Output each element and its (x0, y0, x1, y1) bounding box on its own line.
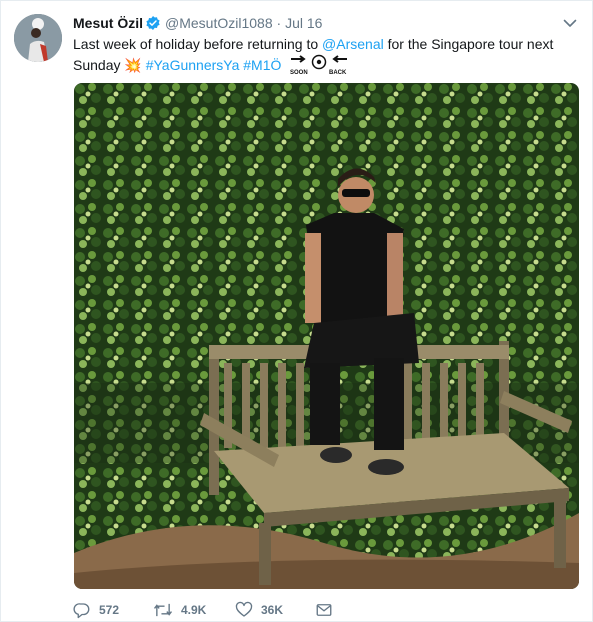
tweet-card[interactable]: Mesut Özil @MesutOzil1088 · Jul 16 Last w… (0, 0, 593, 622)
reply-count: 572 (99, 603, 120, 617)
author-name[interactable]: Mesut Özil (73, 15, 143, 31)
retweet-count: 4.9K (181, 603, 207, 617)
tweet-photo[interactable] (74, 83, 579, 589)
reply-button[interactable]: 572 (73, 601, 119, 619)
retweet-button[interactable]: 4.9K (153, 601, 206, 619)
photo-image (74, 83, 579, 589)
tweet-text: Last week of holiday before returning to… (73, 34, 573, 81)
tweet-header: Mesut Özil @MesutOzil1088 · Jul 16 (73, 14, 322, 35)
separator-dot: · (276, 15, 282, 31)
soon-label: SOON (290, 70, 308, 76)
retweet-icon (153, 601, 173, 619)
avatar-image (14, 14, 62, 62)
soon-back-emoji: SOON BACK (289, 54, 349, 81)
tweet-text-part: Last week of holiday before returning to (73, 36, 323, 52)
author-handle[interactable]: @MesutOzil1088 (165, 15, 273, 31)
mention-link[interactable]: @Arsenal (322, 36, 384, 52)
direct-message-icon (315, 601, 333, 619)
verified-badge-icon (145, 15, 161, 35)
avatar[interactable] (14, 14, 62, 62)
tweet-timestamp[interactable]: Jul 16 (285, 15, 322, 31)
reply-icon (73, 601, 91, 619)
like-icon (235, 601, 253, 619)
direct-message-button[interactable] (315, 601, 333, 619)
hashtag-link[interactable]: #M1Ö (243, 57, 281, 73)
hashtag-link[interactable]: #YaGunnersYa (146, 57, 240, 73)
chevron-down-icon[interactable] (562, 15, 578, 31)
back-label: BACK (329, 70, 347, 76)
like-button[interactable]: 36K (235, 601, 283, 619)
emoji: 💥 (124, 57, 142, 73)
like-count: 36K (261, 603, 284, 617)
